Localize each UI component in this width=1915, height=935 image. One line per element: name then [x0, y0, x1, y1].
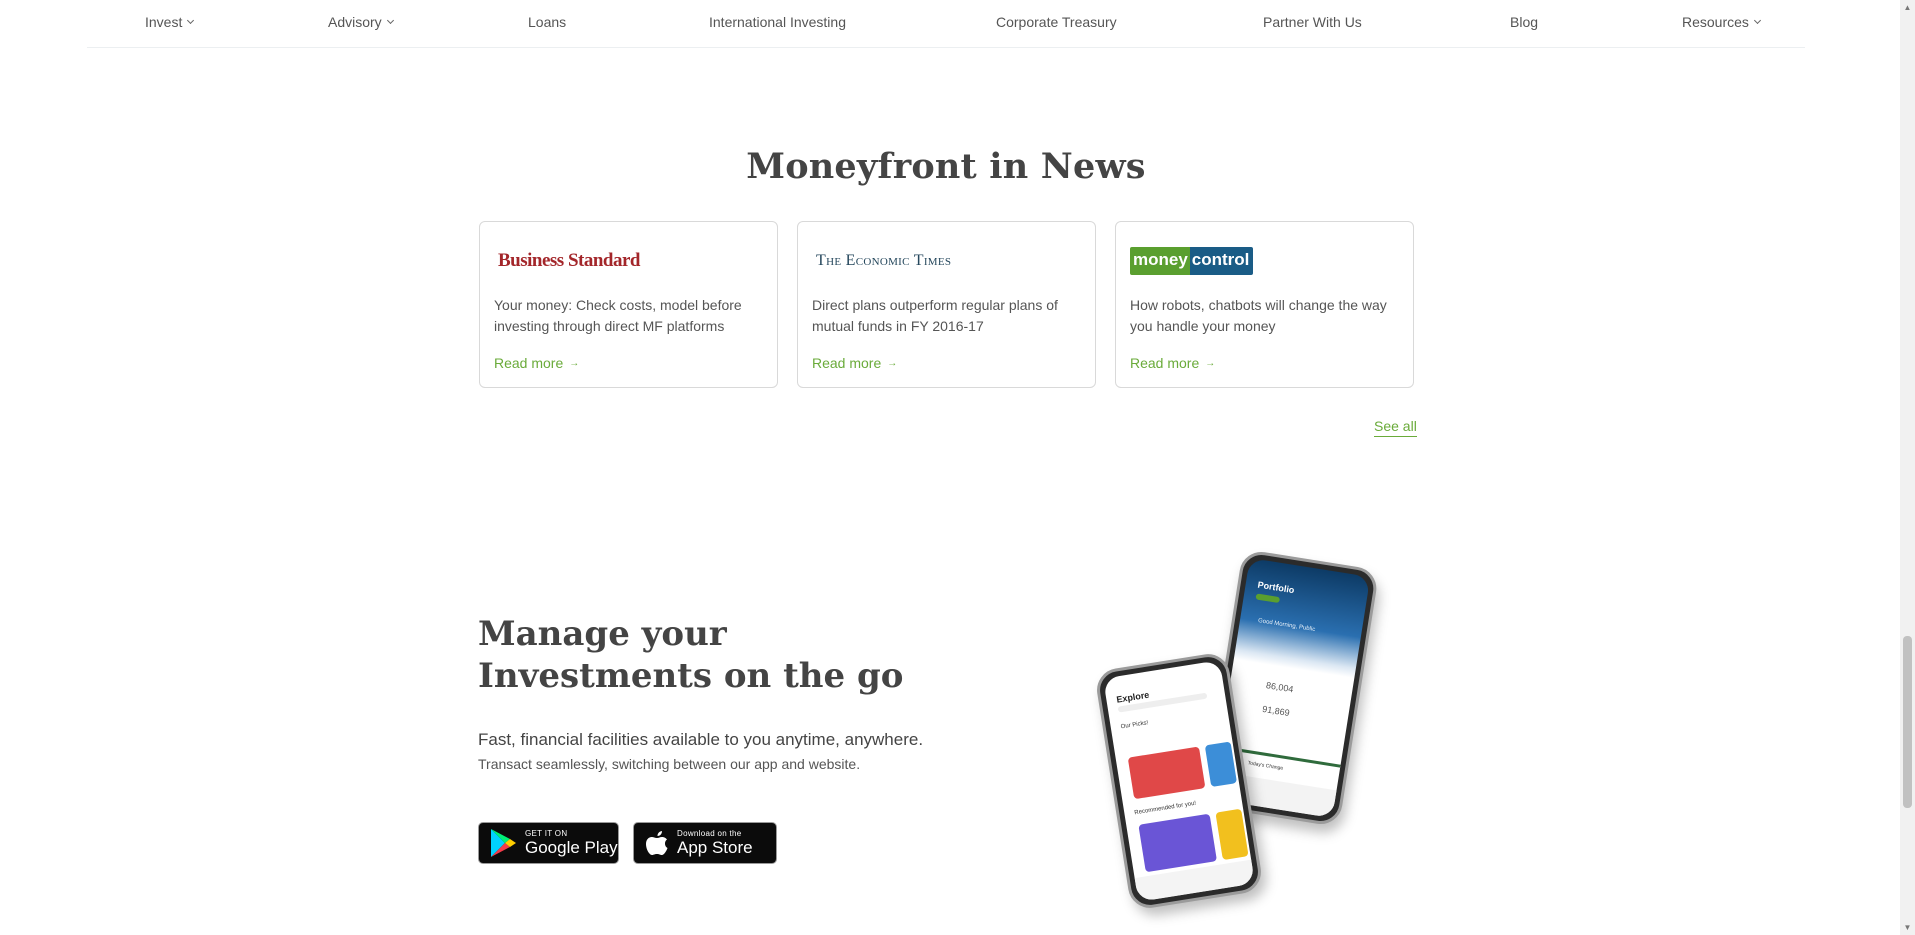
economic-times-logo: The Economic Times: [816, 252, 952, 269]
section-label: Our Picks!: [1120, 720, 1149, 731]
nav-item-advisory[interactable]: Advisory: [328, 14, 394, 30]
scroll-up-arrow-icon[interactable]: ▲: [1903, 3, 1912, 12]
news-card-economic-times[interactable]: The Economic Times Direct plans outperfo…: [797, 221, 1096, 388]
moneycontrol-logo: money control: [1130, 247, 1254, 275]
screen-tab: [1255, 593, 1281, 604]
chevron-down-icon: [187, 16, 195, 24]
app-section-title: Manage your Investments on the go: [478, 614, 904, 696]
portfolio-value: 86,004: [1265, 680, 1295, 695]
news-headline: How robots, chatbots will change the way…: [1130, 297, 1387, 334]
app-description: Transact seamlessly, switching between o…: [478, 756, 861, 772]
google-play-button[interactable]: GET IT ON Google Play: [478, 822, 619, 864]
recommend-card: [1215, 808, 1249, 861]
portfolio-greeting: Good Morning, Public: [1257, 618, 1316, 634]
arrow-right-icon: →: [1205, 357, 1216, 369]
news-card-business-standard[interactable]: Business Standard Your money: Check cost…: [479, 221, 778, 388]
news-headline: Direct plans outperform regular plans of…: [812, 297, 1058, 334]
app-subtitle: Fast, financial facilities available to …: [478, 730, 924, 749]
nav-label: Invest: [145, 14, 183, 30]
nav-label: Loans: [528, 14, 567, 30]
chevron-down-icon: [1753, 16, 1761, 24]
nav-label: Resources: [1682, 14, 1749, 30]
arrow-right-icon: →: [887, 357, 898, 369]
google-play-icon: [491, 829, 516, 857]
read-more-link[interactable]: Read more →: [1130, 355, 1215, 371]
see-all-link[interactable]: See all: [1374, 418, 1417, 437]
arrow-right-icon: →: [569, 357, 580, 369]
nav-item-international-investing[interactable]: International Investing: [709, 14, 846, 30]
news-headline: Your money: Check costs, model before in…: [494, 297, 742, 334]
nav-label: Corporate Treasury: [996, 14, 1117, 30]
scrollbar[interactable]: ▲ ▼: [1900, 0, 1915, 935]
news-section-title: Moneyfront in News: [746, 146, 1146, 187]
nav-item-invest[interactable]: Invest: [145, 14, 195, 30]
chevron-down-icon: [386, 16, 394, 24]
portfolio-value: 91,869: [1261, 703, 1291, 719]
promo-card: [1127, 746, 1206, 800]
portfolio-screen-title: Portfolio: [1256, 579, 1296, 596]
nav-item-corporate-treasury[interactable]: Corporate Treasury: [996, 14, 1117, 30]
nav-item-loans[interactable]: Loans: [528, 14, 566, 30]
nav-item-blog[interactable]: Blog: [1510, 14, 1538, 30]
nav-item-resources[interactable]: Resources: [1682, 14, 1761, 30]
todays-change-label: Today's Change: [1247, 760, 1284, 772]
nav-label: Advisory: [328, 14, 382, 30]
nav-label: Partner With Us: [1263, 14, 1362, 30]
nav-item-partner-with-us[interactable]: Partner With Us: [1263, 14, 1362, 30]
top-navigation: Invest Advisory Loans International Inve…: [87, 0, 1805, 48]
recommend-card: [1138, 813, 1217, 873]
scrollbar-thumb[interactable]: [1903, 636, 1912, 808]
business-standard-logo: Business Standard: [498, 250, 640, 271]
news-card-moneycontrol[interactable]: money control How robots, chatbots will c…: [1115, 221, 1414, 388]
app-store-button[interactable]: Download on the App Store: [633, 822, 777, 864]
read-more-link[interactable]: Read more →: [812, 355, 897, 371]
read-more-link[interactable]: Read more →: [494, 355, 579, 371]
nav-label: International Investing: [709, 14, 846, 30]
apple-icon: [646, 831, 668, 855]
promo-card: [1204, 741, 1238, 788]
scroll-down-arrow-icon[interactable]: ▼: [1903, 923, 1912, 932]
section-label: Recommended for you!: [1134, 800, 1197, 817]
nav-label: Blog: [1510, 14, 1539, 30]
